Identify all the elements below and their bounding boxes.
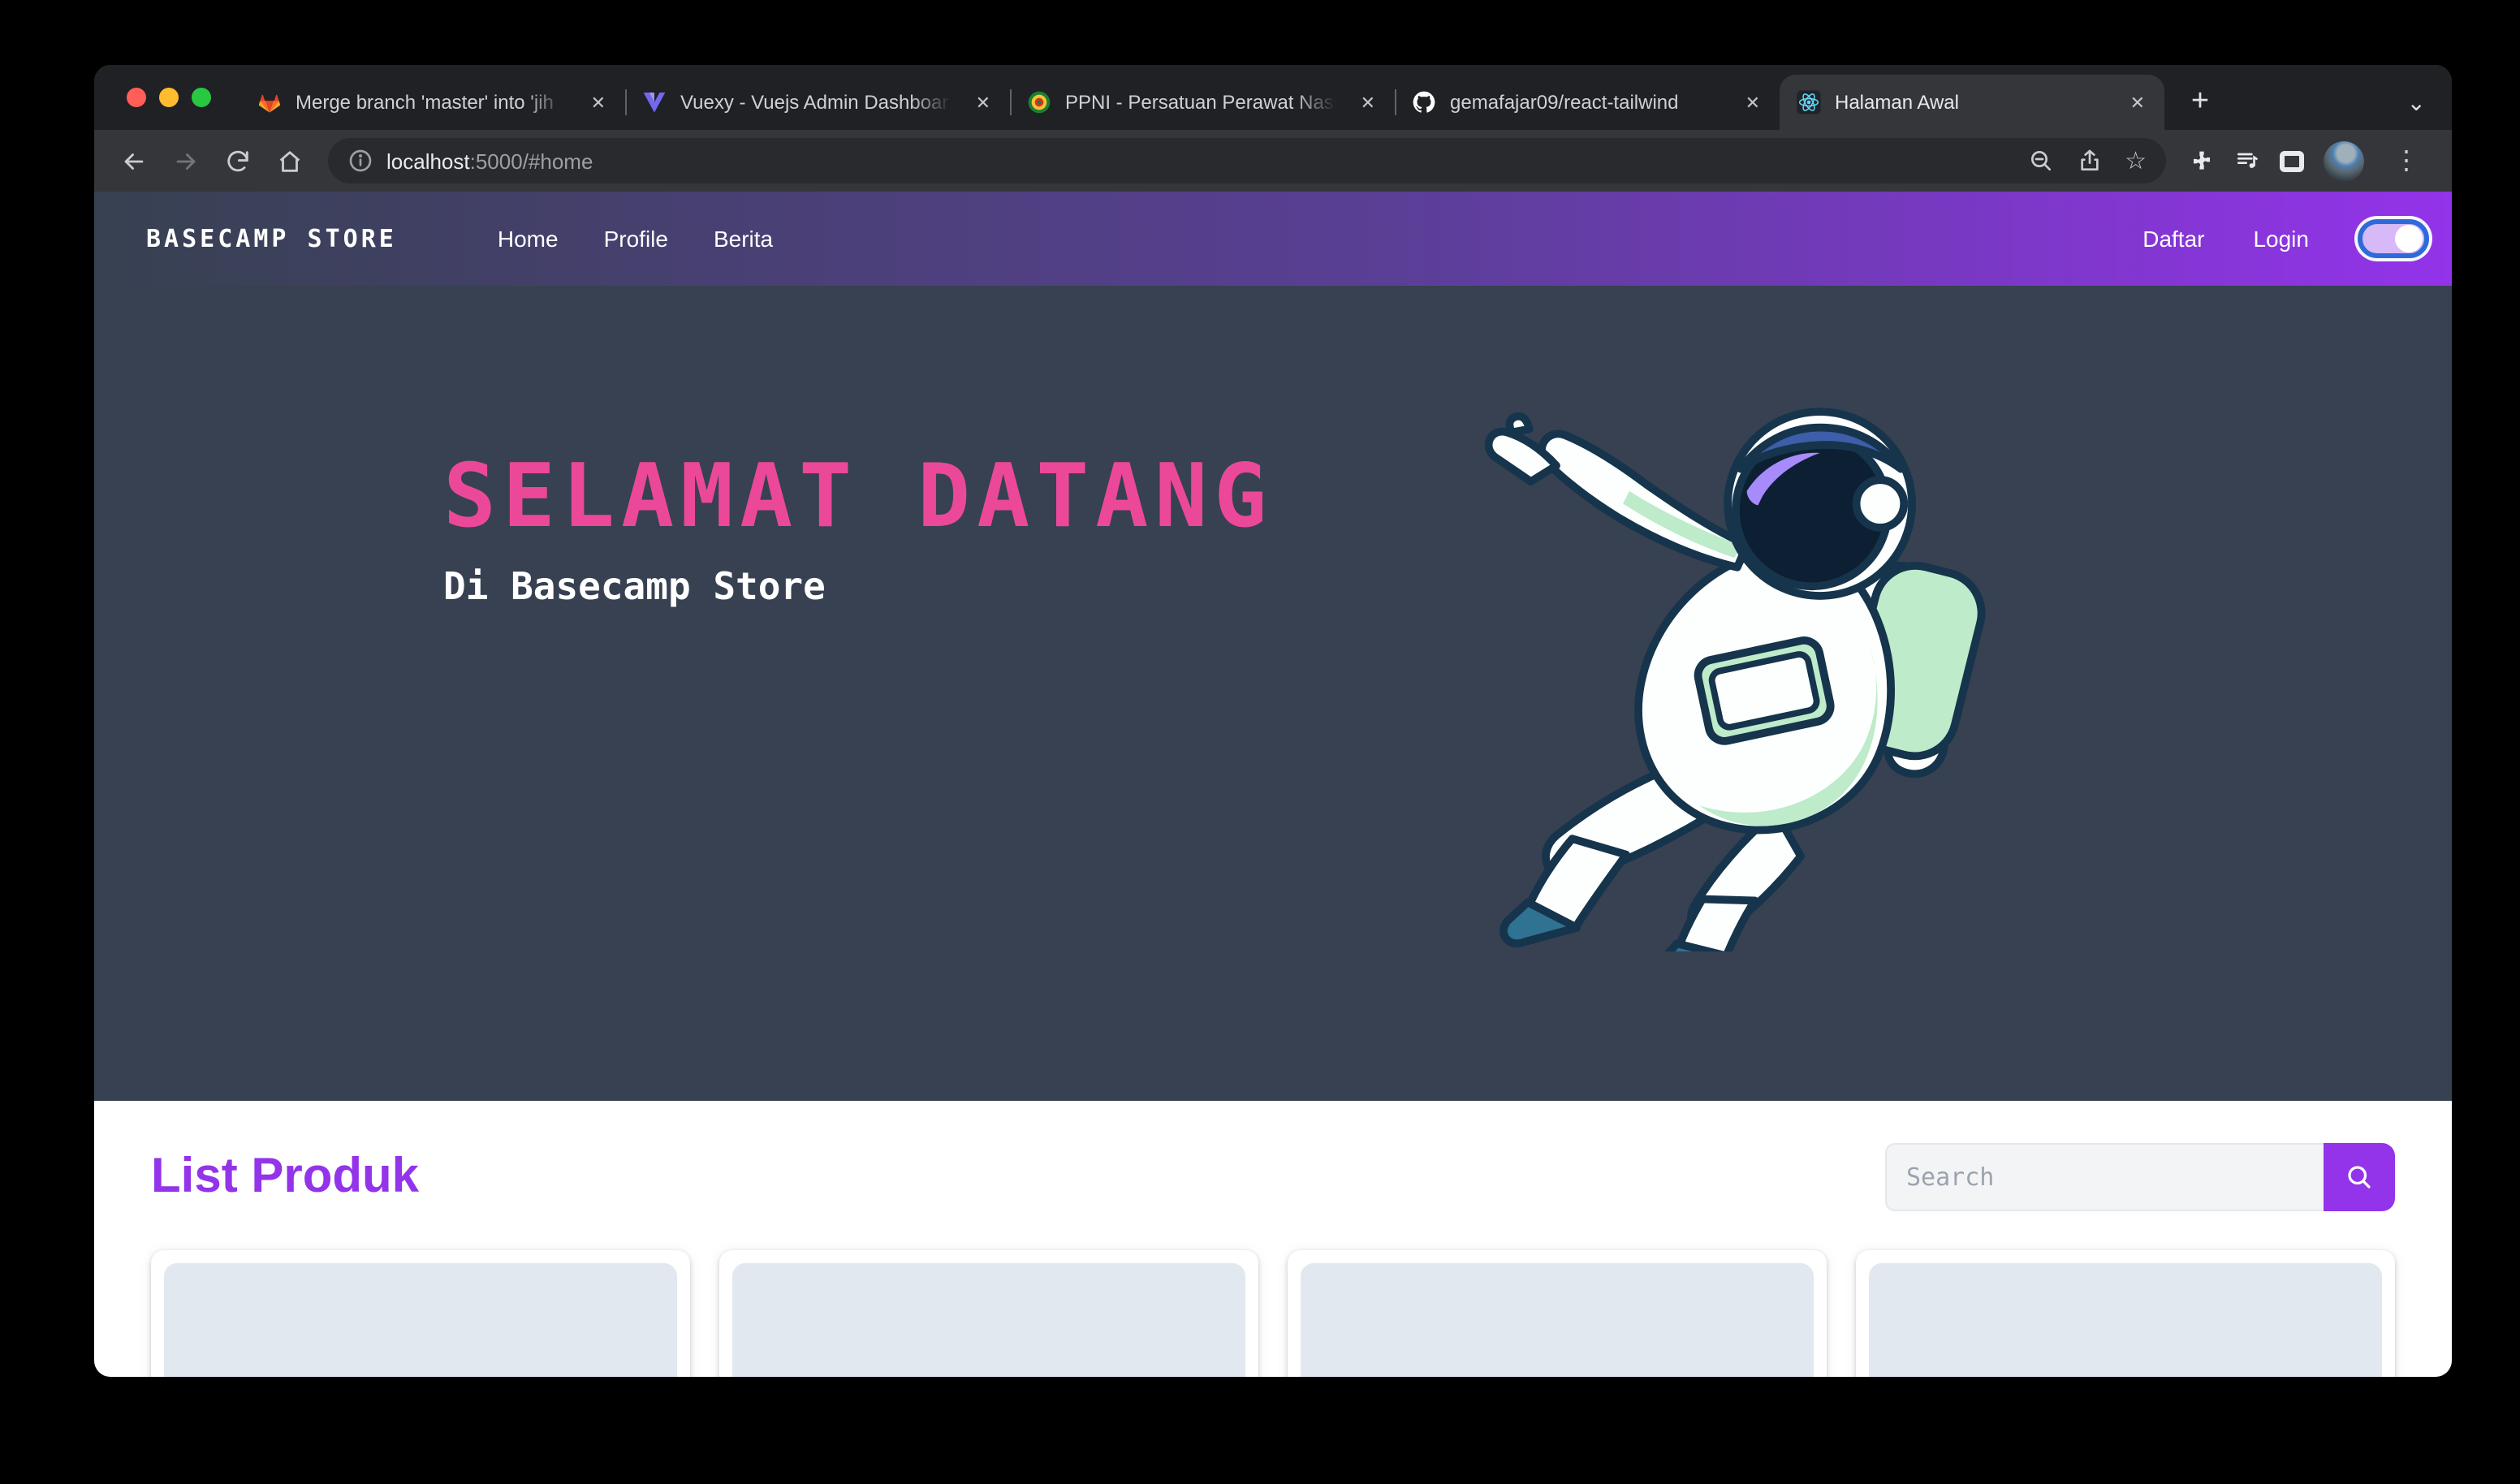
address-bar[interactable]: localhost:5000/#home ☆: [328, 138, 2166, 183]
product-card[interactable]: [719, 1250, 1258, 1377]
product-image-placeholder: [164, 1263, 677, 1377]
product-card-list: [151, 1250, 2395, 1377]
nav-links: Home Profile Berita: [498, 226, 773, 252]
products-heading: List Produk: [151, 1150, 419, 1205]
hero-title: SELAMAT DATANG: [443, 445, 1273, 547]
search-button[interactable]: [2324, 1143, 2395, 1211]
toggle-knob: [2395, 225, 2423, 252]
tab-title: gemafajar09/react-tailwind: [1450, 91, 1729, 114]
tab-vuexy[interactable]: Vuexy - Vuejs Admin Dashboar ✕: [625, 75, 1010, 130]
sidebar-panel-icon[interactable]: [2280, 150, 2304, 171]
nav-link-login[interactable]: Login: [2253, 226, 2309, 252]
hero-text: SELAMAT DATANG Di Basecamp Store: [443, 445, 1273, 609]
product-card[interactable]: [151, 1250, 690, 1377]
tab-title: PPNI - Persatuan Perawat Nasi: [1065, 91, 1344, 114]
zoom-window-button[interactable]: [192, 88, 211, 107]
ppni-icon: [1026, 89, 1052, 115]
hero-section: SELAMAT DATANG Di Basecamp Store: [94, 286, 2452, 1101]
browser-menu-icon[interactable]: ⋮: [2384, 145, 2429, 177]
tab-close-icon[interactable]: ✕: [588, 88, 609, 116]
extensions-puzzle-icon[interactable]: [2189, 148, 2215, 174]
react-icon: [1796, 89, 1822, 115]
site-info-icon[interactable]: [347, 148, 373, 174]
search-input[interactable]: [1885, 1143, 2324, 1211]
tabs: Merge branch 'master' into 'jih ✕ Vuexy …: [240, 65, 2164, 130]
hero-subtitle: Di Basecamp Store: [443, 567, 1273, 609]
nav-link-home[interactable]: Home: [498, 226, 559, 252]
nav-link-profile[interactable]: Profile: [604, 226, 668, 252]
url-host: localhost: [386, 149, 470, 173]
tab-github[interactable]: gemafajar09/react-tailwind ✕: [1395, 75, 1780, 130]
reload-icon[interactable]: [214, 138, 260, 183]
vuexy-icon: [641, 89, 667, 115]
home-icon[interactable]: [266, 138, 312, 183]
product-card[interactable]: [1288, 1250, 1827, 1377]
tab-title: Merge branch 'master' into 'jih: [296, 91, 575, 114]
url-text: localhost:5000/#home: [386, 149, 593, 173]
product-image-placeholder: [1301, 1263, 1814, 1377]
products-header: List Produk: [151, 1143, 2395, 1211]
share-icon[interactable]: [2076, 148, 2102, 174]
bookmark-star-icon[interactable]: ☆: [2125, 146, 2147, 175]
tab-strip: Merge branch 'master' into 'jih ✕ Vuexy …: [94, 65, 2452, 130]
profile-avatar[interactable]: [2324, 140, 2364, 181]
screenshot-stage: Merge branch 'master' into 'jih ✕ Vuexy …: [0, 0, 2520, 1484]
url-path: :5000/#home: [470, 149, 593, 173]
tab-title: Vuexy - Vuejs Admin Dashboar: [680, 91, 960, 114]
tab-close-icon[interactable]: ✕: [1357, 88, 1379, 116]
product-card[interactable]: [1856, 1250, 2395, 1377]
back-icon[interactable]: [110, 138, 156, 183]
product-image-placeholder: [732, 1263, 1245, 1377]
tab-title: Halaman Awal: [1835, 91, 2114, 114]
search-bar: [1885, 1143, 2395, 1211]
gitlab-icon: [257, 89, 283, 115]
zoom-out-icon[interactable]: [2027, 148, 2053, 174]
products-section: List Produk: [94, 1101, 2452, 1377]
tab-close-icon[interactable]: ✕: [973, 88, 994, 116]
tab-close-icon[interactable]: ✕: [2127, 88, 2148, 116]
product-image-placeholder: [1869, 1263, 2382, 1377]
brand-logo[interactable]: BASECAMP STORE: [146, 224, 397, 253]
close-window-button[interactable]: [127, 88, 146, 107]
new-tab-button[interactable]: +: [2177, 80, 2223, 125]
media-playlist-icon[interactable]: [2234, 148, 2260, 174]
astronaut-illustration: [1461, 380, 2007, 951]
nav-link-berita[interactable]: Berita: [714, 226, 773, 252]
search-icon: [2345, 1163, 2374, 1192]
browser-toolbar: localhost:5000/#home ☆: [94, 130, 2452, 192]
tab-ppni[interactable]: PPNI - Persatuan Perawat Nasi ✕: [1010, 75, 1395, 130]
nav-link-daftar[interactable]: Daftar: [2142, 226, 2204, 252]
forward-icon[interactable]: [162, 138, 208, 183]
traffic-lights: [94, 65, 240, 130]
tab-search-chevron-icon[interactable]: ⌄: [2407, 89, 2426, 117]
theme-toggle[interactable]: [2358, 219, 2429, 258]
tab-halaman-awal-active[interactable]: Halaman Awal ✕: [1780, 75, 2164, 130]
toolbar-extensions-area: ⋮: [2182, 140, 2436, 181]
nav-actions: Daftar Login: [2142, 219, 2429, 258]
browser-window: Merge branch 'master' into 'jih ✕ Vuexy …: [94, 65, 2452, 1377]
github-icon: [1411, 89, 1437, 115]
site-navbar: BASECAMP STORE Home Profile Berita Dafta…: [94, 192, 2452, 286]
tab-close-icon[interactable]: ✕: [1742, 88, 1763, 116]
tab-gitlab-merge[interactable]: Merge branch 'master' into 'jih ✕: [240, 75, 625, 130]
minimize-window-button[interactable]: [159, 88, 179, 107]
